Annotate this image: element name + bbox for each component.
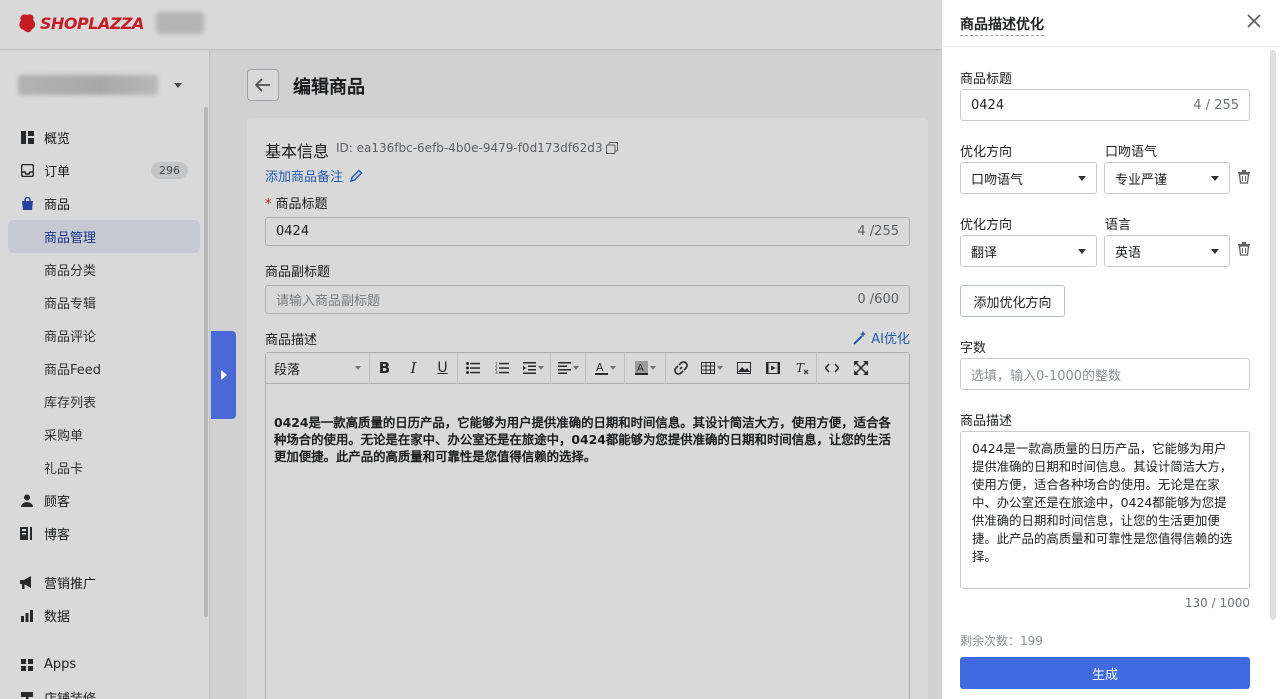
chevron-right-icon bbox=[220, 370, 227, 380]
drawer-title-count: 4 / 255 bbox=[1193, 97, 1239, 113]
language-select-value: 英语 bbox=[1115, 245, 1142, 261]
remaining-uses: 剩余次数：199 bbox=[960, 634, 1043, 648]
modal-backdrop[interactable] bbox=[0, 0, 942, 699]
language-label: 语言 bbox=[1105, 218, 1132, 233]
close-icon[interactable] bbox=[1246, 14, 1262, 30]
tone-label: 口吻语气 bbox=[1105, 145, 1158, 160]
word-count-placeholder: 选填，输入0-1000的整数 bbox=[971, 368, 1122, 384]
language-select[interactable]: 英语 bbox=[1104, 235, 1230, 267]
generate-button[interactable]: 生成 bbox=[960, 657, 1250, 689]
drawer-title-label: 商品标题 bbox=[960, 72, 1013, 87]
direction-label-1: 优化方向 bbox=[960, 145, 1013, 160]
drawer-description-label: 商品描述 bbox=[960, 414, 1013, 429]
tone-select-value: 专业严谨 bbox=[1115, 172, 1168, 188]
drawer-title-value: 0424 bbox=[971, 97, 1005, 113]
drawer-title: 商品描述优化 bbox=[960, 14, 1044, 36]
chevron-down-icon bbox=[1078, 248, 1086, 254]
description-char-count: 130 / 1000 bbox=[1184, 596, 1250, 610]
direction-select-2[interactable]: 翻译 bbox=[960, 235, 1097, 267]
drawer-product-title-input[interactable]: 0424 4 / 255 bbox=[960, 89, 1250, 121]
chevron-down-icon bbox=[1211, 248, 1219, 254]
drawer-header: 商品描述优化 bbox=[942, 0, 1280, 47]
tone-select[interactable]: 专业严谨 bbox=[1104, 162, 1230, 194]
word-count-input[interactable]: 选填，输入0-1000的整数 bbox=[960, 358, 1250, 390]
description-optimize-drawer: 商品描述优化 商品标题 0424 4 / 255 优化方向 口吻语气 口吻语气 … bbox=[942, 0, 1280, 699]
trash-icon[interactable] bbox=[1237, 242, 1251, 256]
trash-icon[interactable] bbox=[1237, 170, 1251, 184]
chevron-down-icon bbox=[1211, 175, 1219, 181]
direction-select-1-value: 口吻语气 bbox=[971, 172, 1024, 188]
chevron-down-icon bbox=[1078, 175, 1086, 181]
direction-label-2: 优化方向 bbox=[960, 218, 1013, 233]
add-direction-button[interactable]: 添加优化方向 bbox=[960, 285, 1065, 317]
word-count-label: 字数 bbox=[960, 341, 987, 356]
drawer-collapse-tab[interactable] bbox=[211, 331, 236, 419]
direction-select-1[interactable]: 口吻语气 bbox=[960, 162, 1097, 194]
direction-select-2-value: 翻译 bbox=[971, 245, 998, 261]
drawer-description-textarea[interactable]: 0424是一款高质量的日历产品，它能够为用户提供准确的日期和时间信息。其设计简洁… bbox=[960, 431, 1250, 589]
drawer-scrollbar[interactable] bbox=[1270, 50, 1276, 620]
